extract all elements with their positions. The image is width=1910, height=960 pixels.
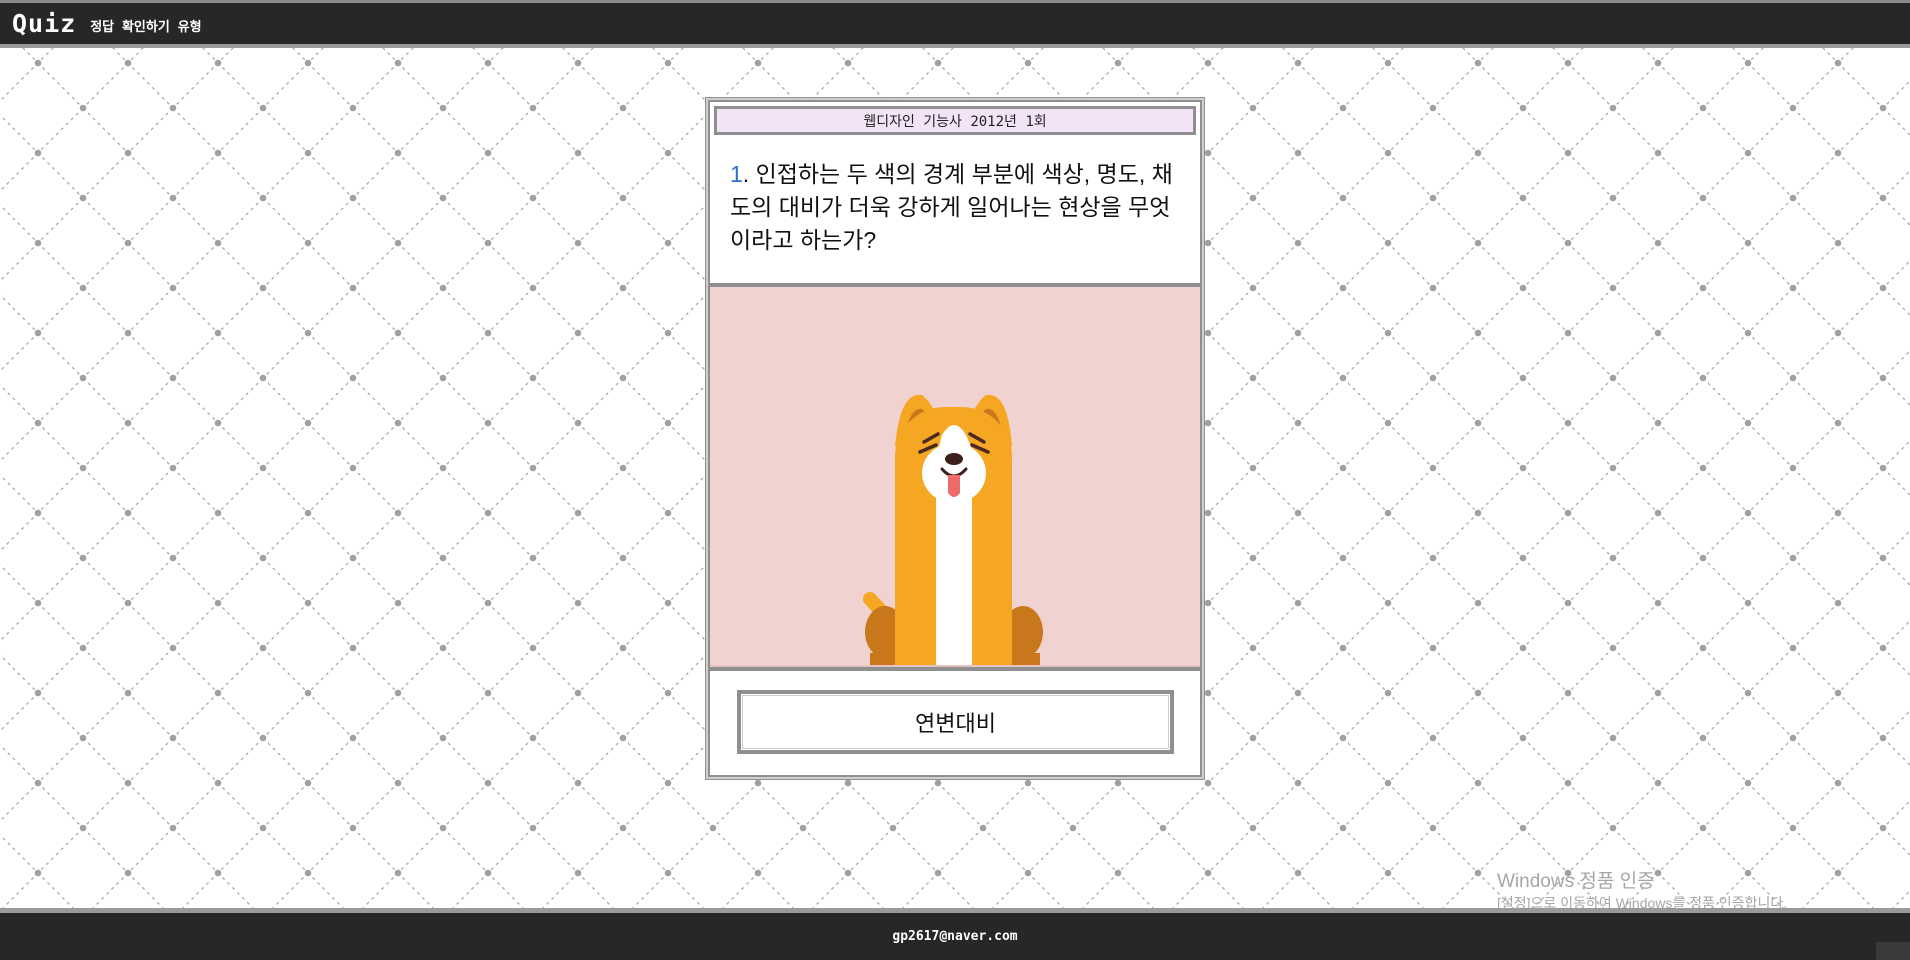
- question-number: 1: [730, 161, 743, 187]
- quiz-card-title: 웹디자인 기능사 2012년 1회: [714, 106, 1196, 135]
- question-text: 1. 인접하는 두 색의 경계 부분에 색상, 명도, 채도의 대비가 더욱 강…: [730, 158, 1180, 257]
- windows-activation-watermark: Windows 정품 인증 [설정]으로 이동하여 Windows를 정품 인증…: [1497, 870, 1787, 912]
- question-body: . 인접하는 두 색의 경계 부분에 색상, 명도, 채도의 대비가 더욱 강하…: [730, 161, 1173, 253]
- header-subtitle: 정답 확인하기 유형: [90, 20, 202, 35]
- corner-block: [1876, 942, 1910, 960]
- footer-bar: gp2617@naver.com: [0, 908, 1910, 960]
- corgi-dog-illustration: [710, 394, 1200, 667]
- answer-button[interactable]: 연변대비: [737, 690, 1174, 754]
- footer-email: gp2617@naver.com: [892, 929, 1018, 944]
- quiz-card: 웹디자인 기능사 2012년 1회 1. 인접하는 두 색의 경계 부분에 색상…: [705, 97, 1205, 780]
- question-image: [710, 287, 1200, 667]
- watermark-title: Windows 정품 인증: [1497, 871, 1655, 892]
- answer-divider: [710, 667, 1200, 671]
- quiz-logo[interactable]: Quiz: [12, 9, 76, 38]
- top-header-bar: Quiz 정답 확인하기 유형: [0, 0, 1910, 48]
